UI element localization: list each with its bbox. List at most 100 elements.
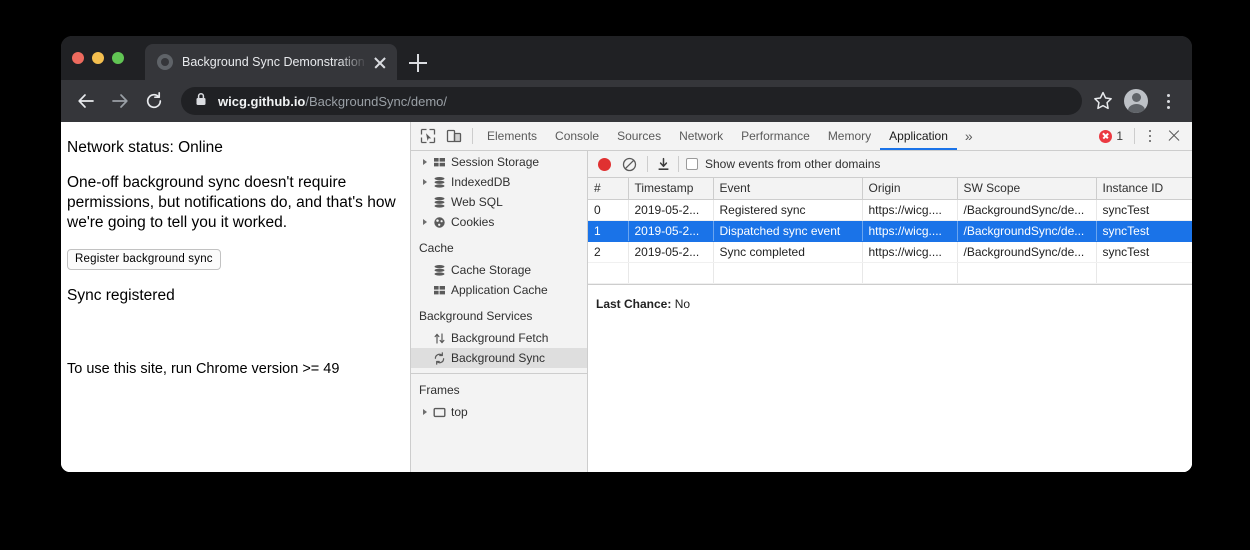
cell-event: Sync completed xyxy=(713,241,862,262)
sidebar-item-web-sql[interactable]: Web SQL xyxy=(411,192,587,212)
toolbar-divider xyxy=(647,156,648,172)
cell-sw-scope: /BackgroundSync/de... xyxy=(957,199,1096,220)
devtools-menu-icon[interactable] xyxy=(1140,125,1160,147)
browser-toolbar: wicg.github.io/BackgroundSync/demo/ xyxy=(61,80,1192,122)
last-chance-label: Last Chance: xyxy=(596,297,671,311)
error-count-badge[interactable]: 1 xyxy=(1099,129,1123,143)
chevron-right-icon[interactable] xyxy=(419,409,430,415)
record-icon[interactable] xyxy=(598,158,611,171)
column-header-sw-scope[interactable]: SW Scope xyxy=(957,178,1096,199)
browser-tab[interactable]: Background Sync Demonstration xyxy=(145,44,397,80)
close-window-button[interactable] xyxy=(72,52,84,64)
error-count-label: 1 xyxy=(1116,129,1123,143)
close-icon[interactable] xyxy=(369,51,391,73)
sidebar-item-label: Background Fetch xyxy=(449,331,548,345)
device-toolbar-icon[interactable] xyxy=(441,123,467,149)
chevron-right-icon[interactable] xyxy=(419,159,430,165)
sidebar-item-background-fetch[interactable]: Background Fetch xyxy=(411,328,587,348)
intro-paragraph: One-off background sync doesn't require … xyxy=(67,173,400,233)
new-tab-button[interactable] xyxy=(405,50,431,76)
sidebar-item-top-frame[interactable]: top xyxy=(411,402,587,422)
more-tabs-button[interactable]: » xyxy=(957,122,981,150)
frame-icon xyxy=(430,406,449,419)
sidebar-item-label: Cache Storage xyxy=(449,263,531,277)
cell-timestamp: 2019-05-2... xyxy=(628,220,713,241)
devtools-panel: Elements Console Sources Network Perform… xyxy=(410,122,1192,472)
sidebar-item-cache-storage[interactable]: Cache Storage xyxy=(411,260,587,280)
chevron-right-icon[interactable] xyxy=(419,219,430,225)
address-bar[interactable]: wicg.github.io/BackgroundSync/demo/ xyxy=(181,87,1082,115)
cell-event: Dispatched sync event xyxy=(713,220,862,241)
sidebar-item-background-sync[interactable]: Background Sync xyxy=(411,348,587,368)
background-sync-pane: Show events from other domains # xyxy=(588,151,1192,472)
database-icon xyxy=(430,196,449,209)
cell-sw-scope: /BackgroundSync/de... xyxy=(957,220,1096,241)
toolbar-divider xyxy=(1134,128,1135,144)
tab-elements[interactable]: Elements xyxy=(478,122,546,150)
forward-arrow-icon[interactable] xyxy=(105,86,135,116)
lock-icon xyxy=(195,92,207,111)
clear-icon[interactable] xyxy=(620,155,638,173)
sidebar-section-background-services: Background Services xyxy=(411,300,587,328)
sidebar-item-indexeddb[interactable]: IndexedDB xyxy=(411,172,587,192)
table-header-row: # Timestamp Event Origin SW Scope Instan… xyxy=(588,178,1192,199)
events-table-container[interactable]: # Timestamp Event Origin SW Scope Instan… xyxy=(588,178,1192,285)
tab-memory[interactable]: Memory xyxy=(819,122,880,150)
download-icon[interactable] xyxy=(653,154,673,174)
sidebar-item-session-storage[interactable]: Session Storage xyxy=(411,152,587,172)
tab-performance[interactable]: Performance xyxy=(732,122,819,150)
table-icon xyxy=(430,284,449,297)
sidebar-item-cookies[interactable]: Cookies xyxy=(411,212,587,232)
cell-num: 0 xyxy=(588,199,628,220)
application-sidebar[interactable]: Session Storage IndexedDB xyxy=(411,151,588,472)
sidebar-item-application-cache[interactable]: Application Cache xyxy=(411,280,587,300)
close-icon[interactable] xyxy=(1162,124,1186,148)
cell-instance-id: syncTest xyxy=(1096,199,1192,220)
sidebar-section-frames: Frames xyxy=(411,374,587,402)
background-sync-toolbar: Show events from other domains xyxy=(588,151,1192,178)
tab-network[interactable]: Network xyxy=(670,122,732,150)
cell-instance-id: syncTest xyxy=(1096,220,1192,241)
back-arrow-icon[interactable] xyxy=(71,86,101,116)
table-row[interactable]: 0 2019-05-2... Registered sync https://w… xyxy=(588,199,1192,220)
checkbox-box[interactable] xyxy=(686,158,698,170)
error-icon xyxy=(1099,130,1112,143)
kebab-menu-icon[interactable] xyxy=(1156,88,1180,114)
column-header-origin[interactable]: Origin xyxy=(862,178,957,199)
sidebar-item-label: Web SQL xyxy=(449,195,503,209)
table-row[interactable]: 2 2019-05-2... Sync completed https://wi… xyxy=(588,241,1192,262)
avatar[interactable] xyxy=(1124,89,1148,113)
show-events-from-other-domains-checkbox[interactable]: Show events from other domains xyxy=(686,157,880,171)
chevron-right-icon[interactable] xyxy=(419,179,430,185)
browser-window: Background Sync Demonstration xyxy=(61,36,1192,472)
column-header-num[interactable]: # xyxy=(588,178,628,199)
devtools-body: Session Storage IndexedDB xyxy=(411,151,1192,472)
column-header-event[interactable]: Event xyxy=(713,178,862,199)
cell-num: 2 xyxy=(588,241,628,262)
column-header-instance-id[interactable]: Instance ID xyxy=(1096,178,1192,199)
table-row[interactable]: 1 2019-05-2... Dispatched sync event htt… xyxy=(588,220,1192,241)
cell-num: 1 xyxy=(588,220,628,241)
last-chance-value: No xyxy=(675,297,690,311)
sidebar-section-cache: Cache xyxy=(411,232,587,260)
sidebar-item-label: Session Storage xyxy=(449,155,539,169)
cookie-icon xyxy=(430,216,449,229)
reload-icon[interactable] xyxy=(139,86,169,116)
tab-sources[interactable]: Sources xyxy=(608,122,670,150)
inspect-element-icon[interactable] xyxy=(415,123,441,149)
globe-icon xyxy=(157,54,173,70)
events-table: # Timestamp Event Origin SW Scope Instan… xyxy=(588,178,1192,284)
column-header-timestamp[interactable]: Timestamp xyxy=(628,178,713,199)
minimize-window-button[interactable] xyxy=(92,52,104,64)
tab-console[interactable]: Console xyxy=(546,122,608,150)
cell-origin: https://wicg.... xyxy=(862,220,957,241)
register-background-sync-button[interactable]: Register background sync xyxy=(67,249,221,270)
cell-instance-id: syncTest xyxy=(1096,241,1192,262)
star-icon[interactable] xyxy=(1090,88,1116,114)
sidebar-item-label: Background Sync xyxy=(449,351,545,365)
maximize-window-button[interactable] xyxy=(112,52,124,64)
tab-application[interactable]: Application xyxy=(880,122,957,150)
cell-event: Registered sync xyxy=(713,199,862,220)
cell-timestamp: 2019-05-2... xyxy=(628,199,713,220)
version-requirement-note: To use this site, run Chrome version >= … xyxy=(67,361,339,377)
